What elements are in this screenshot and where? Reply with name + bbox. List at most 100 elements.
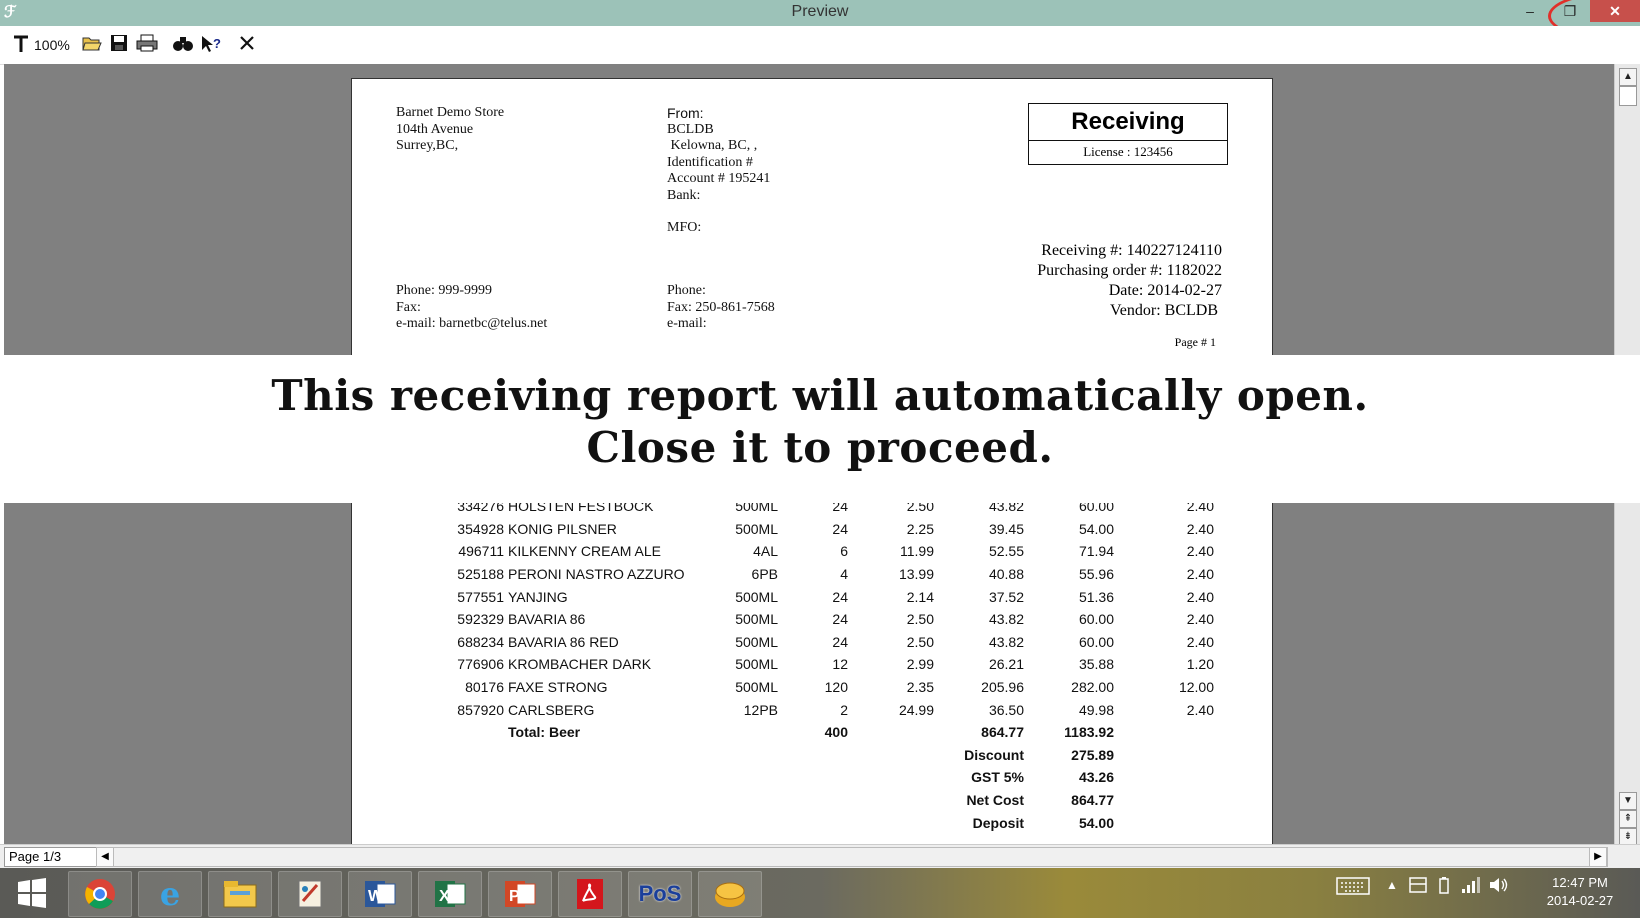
summary-row: Discount 275.89 (450, 744, 1214, 767)
item-size: 500ML (735, 656, 778, 673)
start-button-icon[interactable] (4, 871, 60, 915)
svg-text:P: P (509, 888, 520, 905)
summary-spacer (1114, 811, 1214, 834)
summary-value: 43.26 (1078, 769, 1114, 786)
database-app-icon[interactable] (698, 871, 762, 917)
item-cost: 43.82 (988, 611, 1024, 628)
vendor-city: Kelowna, BC, , (667, 138, 758, 153)
item-deposit: 2.40 (1186, 701, 1214, 718)
vendor-bank: Bank: (667, 187, 701, 203)
minimize-button[interactable]: – (1510, 0, 1550, 22)
item-size: 4AL (753, 543, 778, 560)
store-contact: Phone: 999-9999 Fax: e-mail: barnetbc@te… (396, 283, 547, 333)
system-clock[interactable]: 12:47 PM 2014-02-27 (1530, 874, 1630, 910)
item-qty: 24 (832, 611, 848, 628)
item-size: 6PB (751, 566, 778, 583)
table-row: 525188 PERONI NASTRO AZZURO 6PB 4 13.99 40.88… (450, 563, 1214, 586)
summary-spacer (450, 766, 848, 789)
item-deposit: 2.40 (1186, 520, 1214, 537)
status-bar: Page 1/3 ◀ ▶ (0, 844, 1640, 869)
item-cost: 26.21 (988, 656, 1024, 673)
summary-row: GST 5% 43.26 (450, 766, 1214, 789)
acrobat-icon[interactable] (558, 871, 622, 917)
item-code: 776906 (457, 656, 504, 673)
summary-label: Discount (964, 746, 1024, 763)
item-total: 35.88 (1078, 656, 1114, 673)
save-icon[interactable] (110, 34, 128, 56)
summary-label: GST 5% (971, 769, 1024, 786)
paint-icon[interactable] (278, 871, 342, 917)
page-indicator: Page 1/3 (4, 847, 98, 867)
help-icon[interactable]: ? (200, 34, 222, 56)
power-icon[interactable] (1434, 876, 1454, 901)
summary-spacer (450, 811, 848, 834)
vendor-phone: Phone: (667, 283, 706, 298)
close-x-icon[interactable] (238, 34, 256, 56)
internet-explorer-icon[interactable]: e (138, 871, 202, 917)
item-cost: 205.96 (981, 679, 1024, 696)
store-email: e-mail: barnetbc@telus.net (396, 316, 548, 331)
vendor-fax: Fax: 250-861-7568 (667, 299, 775, 315)
item-price: 2.14 (906, 588, 934, 605)
scroll-down-icon[interactable]: ▼ (1619, 792, 1637, 810)
item-deposit: 2.40 (1186, 633, 1214, 650)
network-icon[interactable] (1460, 876, 1482, 899)
instruction-banner: This receiving report will automatically… (0, 355, 1640, 503)
summary-spacer (1114, 789, 1214, 812)
summary-spacer (1114, 766, 1214, 789)
item-price: 2.50 (906, 611, 934, 628)
banner-line-1: This receiving report will automatically… (271, 371, 1369, 420)
clock-time: 12:47 PM (1552, 875, 1608, 890)
summary-row: Net Cost 864.77 (450, 789, 1214, 812)
item-code: 496711 (458, 543, 504, 560)
horizontal-scrollbar[interactable]: ◀ ▶ (96, 847, 1608, 867)
item-qty: 4 (840, 566, 848, 583)
item-total: 54.00 (1078, 520, 1114, 537)
zoom-level[interactable]: 100% (34, 34, 70, 56)
excel-icon[interactable]: X (418, 871, 482, 917)
svg-text:?: ? (213, 36, 221, 51)
scroll-left-icon[interactable]: ◀ (97, 848, 114, 866)
store-city: Surrey,BC, (396, 138, 459, 153)
chrome-icon[interactable] (68, 871, 132, 917)
preview-toolbar: 100% ? (0, 26, 1640, 65)
volume-icon[interactable] (1488, 876, 1510, 899)
keyboard-icon[interactable] (1336, 876, 1370, 901)
word-icon[interactable]: W (348, 871, 412, 917)
action-center-icon[interactable] (1408, 876, 1428, 899)
item-name: KONIG PILSNER (508, 520, 617, 537)
prev-page-icon[interactable]: ⇞ (1619, 810, 1637, 828)
receiving-box: Receiving License : 123456 (1028, 103, 1228, 165)
item-price: 2.99 (906, 656, 934, 673)
summary-row: Deposit 54.00 (450, 811, 1214, 834)
store-street: 104th Avenue (396, 121, 474, 137)
scroll-up-icon[interactable]: ▲ (1619, 68, 1637, 86)
purchase-order-number: Purchasing order #: 1182022 (1037, 262, 1222, 279)
item-code: 354928 (457, 520, 504, 537)
open-folder-icon[interactable] (82, 34, 102, 56)
item-cost: 39.45 (988, 520, 1024, 537)
file-explorer-icon[interactable] (208, 871, 272, 917)
item-price: 2.25 (906, 520, 934, 537)
vendor-account: Account # 195241 (667, 171, 771, 186)
total-row: Total: Beer 400 864.77 1183.92 (450, 721, 1214, 744)
show-hidden-icons[interactable]: ▲ (1386, 878, 1398, 892)
item-total: 55.96 (1078, 566, 1114, 583)
receiving-date: Date: 2014-02-27 (1108, 282, 1222, 299)
pos-app-icon[interactable]: PoS (628, 871, 692, 917)
item-cost: 43.82 (988, 633, 1024, 650)
scroll-right-icon[interactable]: ▶ (1589, 848, 1607, 866)
table-row: 577551 YANJING 500ML 24 2.14 37.52 51.36 2.40 (450, 585, 1214, 608)
item-price: 11.99 (900, 543, 934, 560)
item-name: FAXE STRONG (508, 679, 608, 696)
zoom-pin-icon[interactable] (12, 34, 32, 56)
scroll-thumb[interactable] (1619, 86, 1637, 106)
item-size: 500ML (735, 611, 778, 628)
item-code: 857920 (457, 701, 504, 718)
find-icon[interactable] (172, 34, 194, 56)
print-icon[interactable] (136, 34, 158, 56)
table-row: 688234 BAVARIA 86 RED 500ML 24 2.50 43.82 60.0… (450, 631, 1214, 654)
item-code: 688234 (457, 633, 504, 650)
vendor-address: From: BCLDB Kelowna, BC, , Identificatio… (667, 105, 770, 237)
powerpoint-icon[interactable]: P (488, 871, 552, 917)
